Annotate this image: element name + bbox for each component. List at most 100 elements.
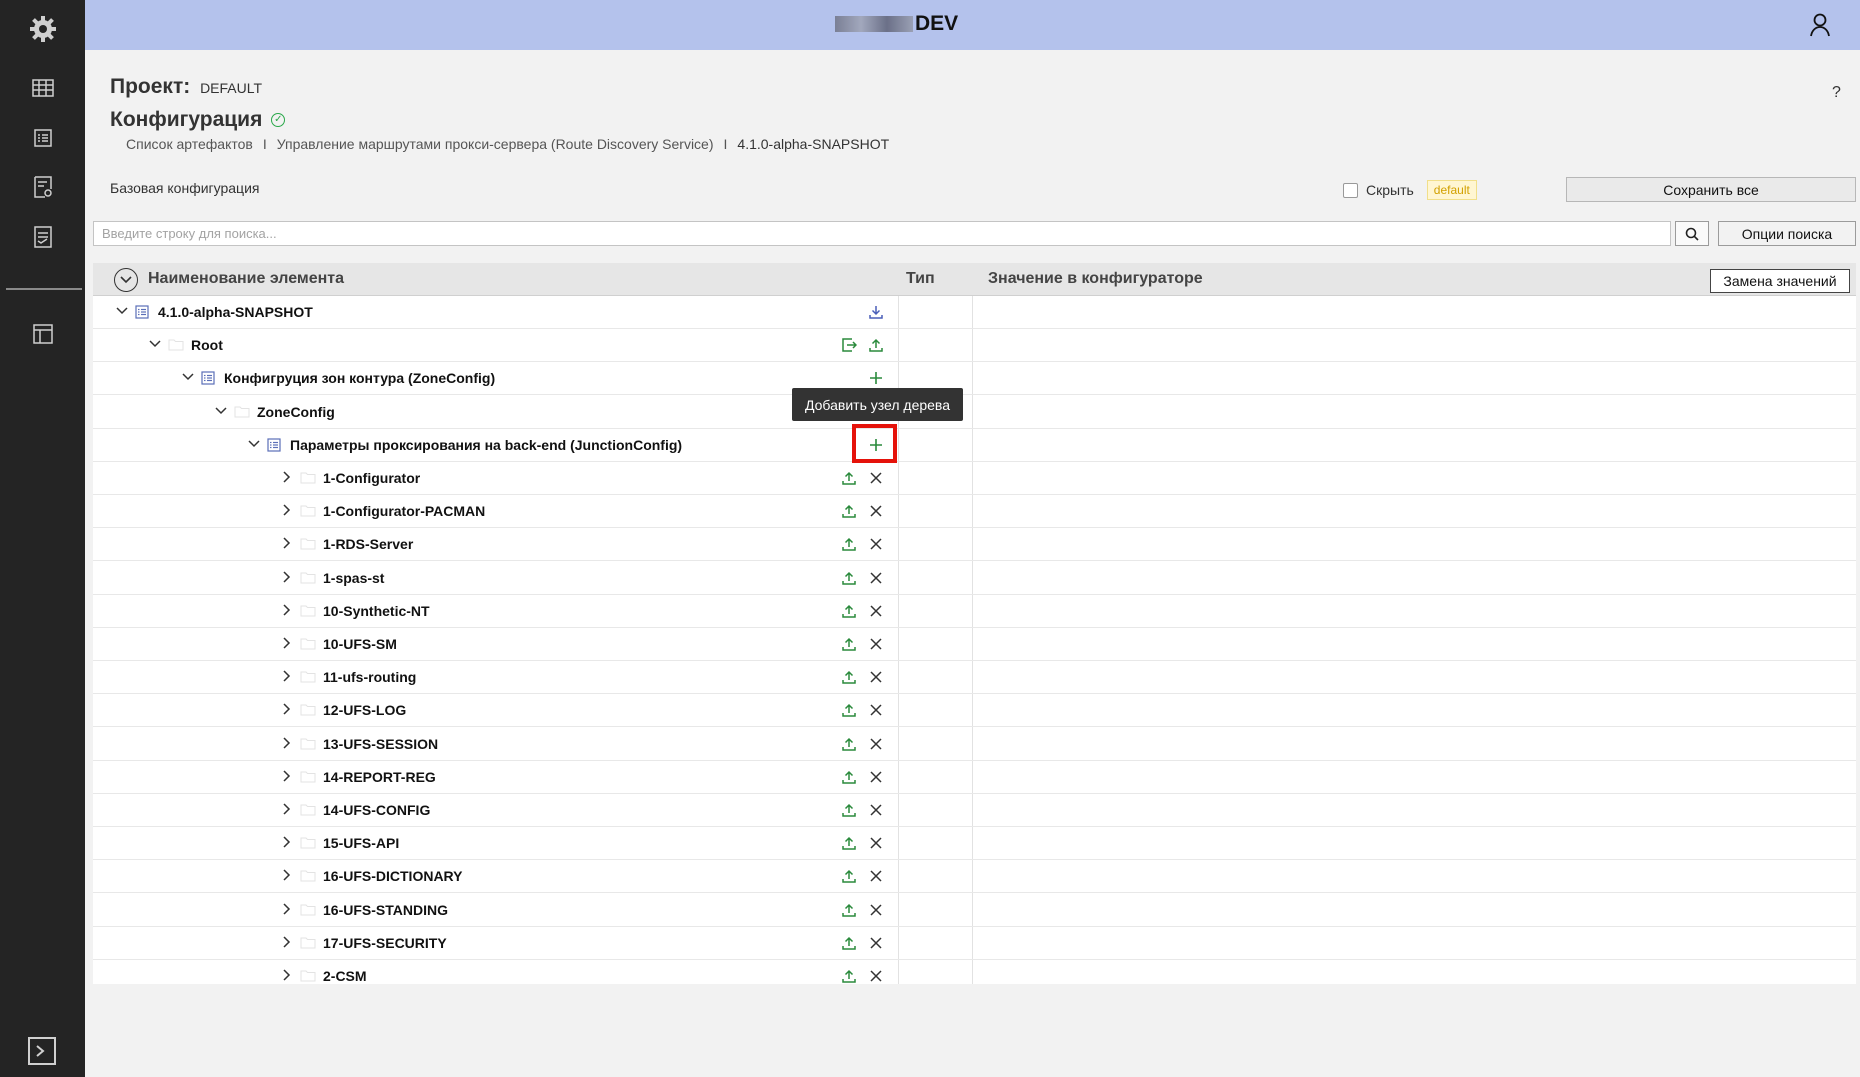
- tree-row[interactable]: 1-Configurator: [93, 462, 1856, 495]
- tree-row[interactable]: 13-UFS-SESSION: [93, 728, 1856, 761]
- tree-row[interactable]: 14-UFS-CONFIG: [93, 794, 1856, 827]
- user-icon[interactable]: [1805, 10, 1835, 40]
- chevron-right-icon[interactable]: [280, 802, 294, 816]
- chevron-right-icon[interactable]: [280, 968, 294, 982]
- chevron-down-icon[interactable]: [148, 337, 162, 351]
- search-button[interactable]: [1675, 221, 1709, 246]
- tree-row-label[interactable]: 2-CSM: [323, 968, 367, 984]
- tree-row-label[interactable]: 4.1.0-alpha-SNAPSHOT: [158, 304, 313, 320]
- upload-icon[interactable]: [839, 933, 859, 953]
- close-icon[interactable]: [866, 568, 886, 588]
- chevron-right-icon[interactable]: [280, 603, 294, 617]
- close-icon[interactable]: [866, 534, 886, 554]
- tree-row[interactable]: 15-UFS-API: [93, 827, 1856, 861]
- tree-row-label[interactable]: 1-RDS-Server: [323, 536, 413, 552]
- hide-checkbox[interactable]: [1343, 182, 1358, 198]
- upload-icon[interactable]: [839, 568, 859, 588]
- tree-row-label[interactable]: 1-Configurator-PACMAN: [323, 503, 485, 519]
- chevron-right-icon[interactable]: [280, 536, 294, 550]
- save-all-button[interactable]: Сохранить все: [1566, 177, 1856, 202]
- tree-row-label[interactable]: 1-Configurator: [323, 470, 420, 486]
- upload-icon[interactable]: [866, 335, 886, 355]
- chevron-right-icon[interactable]: [280, 769, 294, 783]
- chevron-right-icon[interactable]: [280, 636, 294, 650]
- search-input[interactable]: [93, 221, 1671, 246]
- help-icon[interactable]: ?: [1832, 84, 1841, 102]
- upload-icon[interactable]: [839, 468, 859, 488]
- upload-icon[interactable]: [839, 900, 859, 920]
- tree-row-label[interactable]: Параметры проксирования на back-end (Jun…: [290, 437, 682, 453]
- chevron-right-icon[interactable]: [280, 702, 294, 716]
- tree-row[interactable]: 2-CSM: [93, 960, 1856, 984]
- upload-icon[interactable]: [839, 800, 859, 820]
- replace-values-button[interactable]: Замена значений: [1710, 269, 1850, 293]
- chevron-right-icon[interactable]: [280, 470, 294, 484]
- tree-row[interactable]: 1-RDS-Server: [93, 528, 1856, 562]
- tree-row-label[interactable]: 16-UFS-STANDING: [323, 902, 448, 918]
- upload-icon[interactable]: [839, 634, 859, 654]
- chevron-down-icon[interactable]: [115, 304, 129, 318]
- layout-icon[interactable]: [0, 314, 85, 354]
- chevron-right-icon[interactable]: [280, 835, 294, 849]
- search-options-button[interactable]: Опции поиска: [1718, 221, 1856, 246]
- close-icon[interactable]: [866, 833, 886, 853]
- tree-row-label[interactable]: 1-spas-st: [323, 570, 384, 586]
- close-icon[interactable]: [866, 634, 886, 654]
- close-icon[interactable]: [866, 667, 886, 687]
- column-header-value[interactable]: Значение в конфигураторе: [988, 270, 1203, 288]
- breadcrumb-rds[interactable]: Управление маршрутами прокси-сервера (Ro…: [277, 136, 714, 152]
- tree-row-label[interactable]: 10-UFS-SM: [323, 636, 397, 652]
- chevron-down-icon[interactable]: [247, 437, 261, 451]
- document-settings-icon[interactable]: [0, 167, 85, 207]
- upload-icon[interactable]: [839, 734, 859, 754]
- tree-row[interactable]: 1-Configurator-PACMAN: [93, 495, 1856, 529]
- tree-row[interactable]: 10-UFS-SM: [93, 628, 1856, 661]
- close-icon[interactable]: [866, 900, 886, 920]
- tree-row[interactable]: Root: [93, 329, 1856, 363]
- tree-row[interactable]: 1-spas-st: [93, 562, 1856, 595]
- tree-row[interactable]: Конфигруция зон контура (ZoneConfig): [93, 362, 1856, 396]
- tree-row[interactable]: 11-ufs-routing: [93, 661, 1856, 695]
- upload-icon[interactable]: [839, 534, 859, 554]
- tree-row-label[interactable]: 17-UFS-SECURITY: [323, 935, 447, 951]
- upload-icon[interactable]: [839, 966, 859, 984]
- chevron-right-icon[interactable]: [280, 669, 294, 683]
- chevron-right-icon[interactable]: [280, 736, 294, 750]
- tree-row-label[interactable]: 15-UFS-API: [323, 835, 399, 851]
- upload-icon[interactable]: [839, 767, 859, 787]
- document-list-icon[interactable]: [0, 217, 85, 257]
- tree-row[interactable]: 4.1.0-alpha-SNAPSHOT: [93, 296, 1856, 329]
- download-icon[interactable]: [866, 302, 886, 322]
- close-icon[interactable]: [866, 700, 886, 720]
- chevron-right-icon[interactable]: [280, 570, 294, 584]
- tree-row[interactable]: 16-UFS-DICTIONARY: [93, 860, 1856, 894]
- close-icon[interactable]: [866, 468, 886, 488]
- collapse-all-icon[interactable]: [114, 268, 138, 292]
- list-icon[interactable]: [0, 118, 85, 158]
- upload-icon[interactable]: [839, 601, 859, 621]
- close-icon[interactable]: [866, 734, 886, 754]
- tree-row-label[interactable]: 16-UFS-DICTIONARY: [323, 868, 463, 884]
- upload-icon[interactable]: [839, 700, 859, 720]
- chevron-right-icon[interactable]: [280, 935, 294, 949]
- gear-icon[interactable]: [0, 9, 85, 49]
- tree-row-label[interactable]: Root: [191, 337, 223, 353]
- chevron-right-icon[interactable]: [280, 868, 294, 882]
- terminal-icon[interactable]: [28, 1037, 56, 1065]
- tree-row[interactable]: 12-UFS-LOG: [93, 694, 1856, 728]
- chevron-down-icon[interactable]: [181, 370, 195, 384]
- tree-row-label[interactable]: 11-ufs-routing: [323, 669, 416, 685]
- tree-row[interactable]: ZoneConfig: [93, 396, 1856, 429]
- tree-row[interactable]: 17-UFS-SECURITY: [93, 927, 1856, 960]
- close-icon[interactable]: [866, 933, 886, 953]
- tree-row-label[interactable]: 14-UFS-CONFIG: [323, 802, 430, 818]
- column-header-name[interactable]: Наименование элемента: [148, 270, 344, 288]
- chevron-right-icon[interactable]: [280, 503, 294, 517]
- tree-row-label[interactable]: ZoneConfig: [257, 404, 335, 420]
- tree-row[interactable]: Параметры проксирования на back-end (Jun…: [93, 429, 1856, 462]
- tree-row-label[interactable]: 14-REPORT-REG: [323, 769, 436, 785]
- upload-icon[interactable]: [839, 667, 859, 687]
- tree-row-label[interactable]: 12-UFS-LOG: [323, 702, 406, 718]
- tree-row-label[interactable]: 10-Synthetic-NT: [323, 603, 430, 619]
- tree-row[interactable]: 16-UFS-STANDING: [93, 894, 1856, 927]
